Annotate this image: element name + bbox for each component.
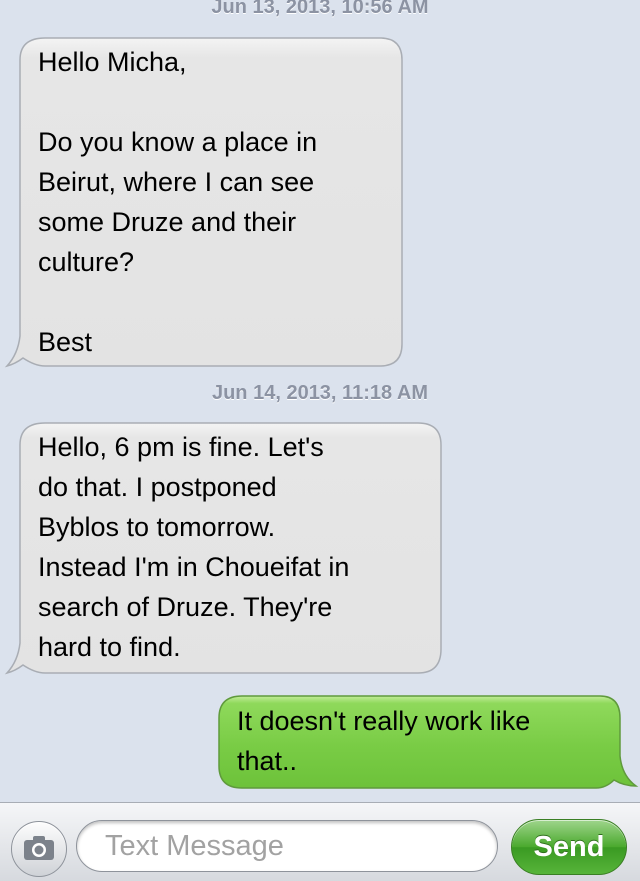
received-message-bubble[interactable]: Hello, 6 pm is fine. Let's do that. I po… bbox=[4, 421, 445, 677]
message-timestamp: Jun 14, 2013, 11:18 AM bbox=[211, 382, 429, 404]
message-timestamp: Jun 13, 2013, 10:56 AM bbox=[211, 0, 429, 18]
message-composer: Send bbox=[0, 802, 640, 881]
message-text: Hello Micha, Do you know a place in Beir… bbox=[38, 47, 318, 357]
send-button[interactable]: Send bbox=[511, 819, 627, 875]
camera-icon bbox=[24, 836, 54, 860]
received-message-bubble[interactable]: Hello Micha, Do you know a place in Beir… bbox=[4, 36, 405, 370]
camera-button[interactable] bbox=[11, 821, 67, 877]
conversation-screen: Jun 13, 2013, 10:56 AM Hello Micha, Do y… bbox=[0, 0, 640, 881]
sent-message-bubble[interactable]: It doesn't really work like that.. bbox=[216, 694, 640, 792]
message-text: It doesn't really work like that.. bbox=[237, 706, 531, 776]
message-text: Hello, 6 pm is fine. Let's do that. I po… bbox=[38, 432, 350, 662]
message-input[interactable] bbox=[76, 820, 498, 872]
